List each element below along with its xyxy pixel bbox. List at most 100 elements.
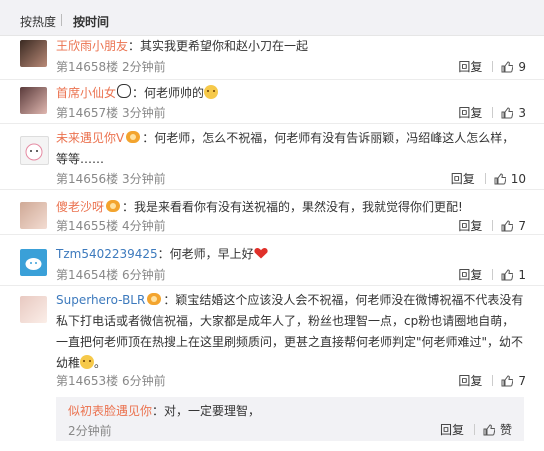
comment-meta: 第14655楼 4分钟前 (56, 217, 166, 234)
sort-by-time-tab[interactable]: 按时间 (73, 13, 109, 30)
comment-username[interactable]: 未来遇见你V (56, 131, 124, 145)
sort-divider (61, 14, 62, 26)
comment-actions: 回复 1 (458, 266, 526, 283)
like-count: 7 (518, 374, 526, 388)
like-button[interactable]: 赞 (483, 423, 512, 437)
comment-body: Tzm5402239425：何老师，早上好 (56, 244, 526, 265)
like-button[interactable]: 7 (501, 219, 526, 233)
comment-text: ：我是来看看你有没有送祝福的，果然没有，我就觉得你们更配! (122, 200, 463, 214)
action-divider (492, 375, 494, 386)
comment-body: 首席小仙女 ：何老师帅的 (56, 83, 526, 104)
comment-time: 2分钟前 (122, 60, 166, 74)
comment-time: 6分钟前 (122, 268, 166, 282)
action-divider (492, 269, 494, 280)
comment-username[interactable]: 傻老沙呀 (56, 200, 104, 214)
comment-item: 王欣雨小朋友：其实我更希望你和赵小刀在一起 第14658楼 2分钟前 回复 9 (0, 36, 544, 80)
comment-meta: 第14657楼 3分钟前 (56, 104, 166, 121)
comment-actions: 回复 7 (458, 217, 526, 234)
floor-number: 第14655楼 (56, 219, 119, 233)
action-divider (492, 107, 494, 118)
vip-badge-icon (147, 293, 162, 305)
like-count: 3 (518, 106, 526, 120)
sub-reply-username[interactable]: 似初表脸遇见你 (68, 404, 152, 418)
floor-number: 第14657楼 (56, 106, 119, 120)
action-divider (492, 220, 494, 231)
floor-number: 第14653楼 (56, 374, 119, 388)
like-count: 10 (510, 172, 526, 186)
comment-meta: 第14653楼 6分钟前 (56, 372, 166, 389)
sub-reply-text: ：对，一定要理智， (152, 404, 261, 418)
user-avatar[interactable] (20, 136, 49, 165)
floor-number: 第14658楼 (56, 60, 119, 74)
like-button[interactable]: 10 (494, 172, 526, 186)
user-avatar[interactable] (20, 40, 47, 67)
reply-button[interactable]: 回复 (458, 106, 482, 120)
sub-reply-body: 似初表脸遇见你：对，一定要理智， (68, 402, 260, 420)
like-button[interactable]: 3 (501, 106, 526, 120)
reply-button[interactable]: 回复 (451, 172, 475, 186)
smile-emoji-icon (80, 355, 95, 369)
user-avatar[interactable] (20, 87, 47, 114)
panda-emoji-icon (117, 84, 132, 98)
comment-item: 首席小仙女 ：何老师帅的 第14657楼 3分钟前 回复 3 (0, 80, 544, 124)
reply-button[interactable]: 回复 (458, 219, 482, 233)
comment-item: 未来遇见你V ：何老师，怎么不祝福，何老师有没有告诉丽颖，冯绍峰这人怎么样，等等…… (0, 124, 544, 190)
sort-bar: 按热度 按时间 (0, 0, 544, 36)
like-count: 9 (518, 60, 526, 74)
cat-icon (25, 143, 43, 161)
comment-text: ：何老师，早上好 (157, 247, 254, 261)
comment-meta: 第14654楼 6分钟前 (56, 266, 166, 283)
sub-reply-actions: 回复 赞 (440, 421, 512, 438)
like-button[interactable]: 9 (501, 60, 526, 74)
like-button[interactable]: 7 (501, 374, 526, 388)
comment-time: 3分钟前 (122, 172, 166, 186)
comment-time: 6分钟前 (122, 374, 166, 388)
comment-meta: 第14658楼 2分钟前 (56, 58, 166, 75)
thumbs-up-icon (501, 107, 514, 119)
default-avatar-icon (25, 258, 42, 270)
like-count: 7 (518, 219, 526, 233)
thumbs-up-icon (494, 173, 506, 185)
action-divider (484, 173, 486, 184)
comment-text: ：何老师帅的 (132, 86, 205, 100)
comment-username[interactable]: Tzm5402239425 (56, 247, 158, 261)
comment-text: ：何老师，怎么不祝福，何老师有没有告诉丽颖，冯绍峰这人怎么样，等等…… (56, 131, 515, 166)
thumbs-up-icon (501, 269, 514, 281)
comment-meta: 第14656楼 3分钟前 (56, 170, 166, 187)
comment-item: Tzm5402239425：何老师，早上好 第14654楼 6分钟前 回复 1 (0, 235, 544, 286)
comment-body: 王欣雨小朋友：其实我更希望你和赵小刀在一起 (56, 36, 526, 57)
action-divider (492, 61, 494, 72)
comment-body: Superhero-BLR ：颖宝结婚这个应该没人会不祝福，何老师没在微博祝福不代… (56, 293, 524, 370)
vip-badge-icon (106, 200, 121, 212)
user-avatar[interactable] (20, 202, 47, 229)
comment-actions: 回复 9 (458, 58, 526, 75)
thumbs-up-icon (501, 375, 514, 387)
sort-by-hot-tab[interactable]: 按热度 (20, 13, 56, 30)
floor-number: 第14656楼 (56, 172, 119, 186)
reply-button[interactable]: 回复 (458, 374, 482, 388)
user-avatar[interactable] (20, 296, 47, 323)
comment-actions: 回复 7 (458, 372, 526, 389)
action-divider (473, 424, 475, 435)
comment-body: 未来遇见你V ：何老师，怎么不祝福，何老师有没有告诉丽颖，冯绍峰这人怎么样，等等…… (56, 128, 526, 170)
like-count: 1 (518, 268, 526, 282)
comment-actions: 回复 10 (451, 170, 526, 187)
comment-text: ：其实我更希望你和赵小刀在一起 (128, 39, 309, 53)
comment-username[interactable]: 首席小仙女 (56, 86, 116, 100)
like-label: 赞 (499, 423, 512, 437)
thumbs-up-icon (501, 220, 514, 232)
reply-button[interactable]: 回复 (440, 423, 464, 437)
comment-item: 傻老沙呀 ：我是来看看你有没有送祝福的，果然没有，我就觉得你们更配! 第14655… (0, 190, 544, 235)
comment-username[interactable]: 王欣雨小朋友 (56, 39, 128, 53)
reply-button[interactable]: 回复 (458, 60, 482, 74)
comment-actions: 回复 3 (458, 104, 526, 121)
vip-badge-icon (126, 131, 141, 143)
reply-button[interactable]: 回复 (458, 268, 482, 282)
like-button[interactable]: 1 (501, 268, 526, 282)
smile-emoji-icon (204, 85, 219, 99)
heart-emoji-icon (254, 248, 268, 259)
sub-reply-time: 2分钟前 (68, 424, 112, 438)
comment-username[interactable]: Superhero-BLR (56, 293, 145, 307)
floor-number: 第14654楼 (56, 268, 119, 282)
user-avatar[interactable] (20, 249, 47, 276)
